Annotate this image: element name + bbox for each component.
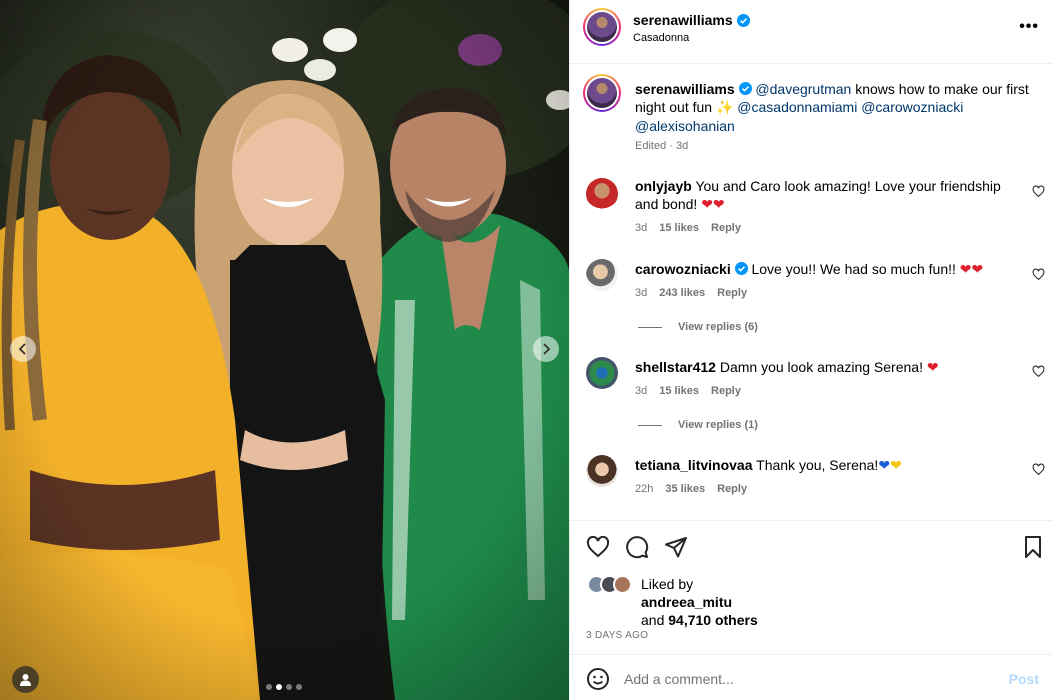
slide-dot	[266, 684, 272, 690]
view-replies-label: View replies (1)	[678, 419, 758, 431]
comment-meta: 3d 15 likes Reply	[635, 222, 741, 234]
comment-text: tetiana_litvinovaa Thank you, Serena!❤❤	[635, 456, 1020, 475]
post-caption: serenawilliams @davegrutman knows how to…	[635, 80, 1035, 135]
commenter-username[interactable]: shellstar412	[635, 359, 716, 375]
verified-badge-icon	[738, 82, 752, 95]
post-photo	[0, 0, 569, 700]
post-location[interactable]: Casadonna	[633, 32, 689, 44]
reply-button[interactable]: Reply	[711, 385, 741, 397]
comment-body: Love you!! We had so much fun!!	[751, 261, 956, 277]
post-media[interactable]	[0, 0, 569, 700]
comment-text: shellstar412 Damn you look amazing Seren…	[635, 358, 1020, 377]
commenter-avatar[interactable]	[586, 178, 618, 210]
slide-dot	[296, 684, 302, 690]
post-timestamp[interactable]: 3 DAYS AGO	[586, 630, 648, 641]
user-icon	[20, 674, 31, 686]
mention-link[interactable]: @casadonnamiami	[737, 99, 857, 115]
mention-link[interactable]: @alexisohanian	[635, 118, 735, 134]
sparkle-emoji: ✨	[715, 100, 734, 116]
comment-body: Thank you, Serena!	[756, 457, 879, 473]
verified-badge-icon	[734, 262, 748, 275]
comment-like-heart-icon[interactable]	[1032, 185, 1045, 198]
mention-link[interactable]: @davegrutman	[755, 81, 851, 97]
author-name-row: serenawilliams	[633, 12, 750, 28]
post-actions-section: Liked by andreea_mitu and 94,710 others …	[570, 520, 1052, 700]
heart-emoji: ❤	[926, 360, 939, 376]
heart-icon[interactable]	[586, 535, 610, 559]
liked-by-label: Liked by	[641, 576, 694, 592]
view-replies-button[interactable]: View replies (1)	[638, 419, 758, 431]
more-options-button[interactable]: •••	[1019, 18, 1039, 36]
liked-and-label: and	[641, 612, 669, 628]
comment-time: 22h	[635, 483, 654, 495]
tagged-users-button[interactable]	[12, 666, 39, 693]
comment-likes[interactable]: 15 likes	[659, 385, 699, 397]
comment-meta: 22h 35 likes Reply	[635, 483, 747, 495]
slide-dot-active	[276, 684, 282, 690]
replies-divider	[638, 424, 662, 426]
commenter-avatar[interactable]	[586, 259, 618, 291]
add-comment-bar: Post	[570, 654, 1052, 700]
comment-bubble-icon[interactable]	[625, 535, 649, 559]
comment-likes[interactable]: 35 likes	[665, 483, 705, 495]
slide-indicator	[266, 684, 302, 690]
caption-author-avatar[interactable]	[583, 74, 621, 112]
author-username[interactable]: serenawilliams	[633, 12, 733, 28]
comment-likes[interactable]: 243 likes	[659, 287, 705, 299]
liker-avatar	[613, 575, 632, 594]
liked-by-summary: Liked by andreea_mitu and 94,710 others	[641, 575, 758, 629]
comment-text: carowozniacki Love you!! We had so much …	[635, 260, 1020, 279]
yellow-heart-emoji: ❤	[890, 458, 902, 474]
commenter-username[interactable]: tetiana_litvinovaa	[635, 457, 753, 473]
commenter-avatar[interactable]	[586, 357, 618, 389]
comment-time: 3d	[635, 287, 648, 299]
chevron-left-icon	[18, 343, 26, 355]
post-details-panel: serenawilliams Casadonna ••• serenawilli…	[569, 0, 1052, 700]
commenter-username[interactable]: onlyjayb	[635, 178, 692, 194]
caption-username[interactable]: serenawilliams	[635, 81, 735, 97]
likes-count-link[interactable]: 94,710 others	[668, 612, 758, 628]
blue-heart-emoji: ❤	[878, 458, 891, 474]
comment-like-heart-icon[interactable]	[1032, 365, 1045, 378]
slide-dot	[286, 684, 292, 690]
chevron-right-icon	[543, 343, 551, 355]
comment-meta: 3d 15 likes Reply	[635, 385, 741, 397]
caption-meta: Edited · 3d	[635, 140, 689, 152]
commenter-username[interactable]: carowozniacki	[635, 261, 731, 277]
comment-time: 3d	[635, 385, 648, 397]
bookmark-icon[interactable]	[1021, 535, 1045, 559]
replies-divider	[638, 326, 662, 328]
reply-button[interactable]: Reply	[711, 222, 741, 234]
liked-by-username[interactable]: andreea_mitu	[641, 594, 732, 610]
previous-slide-button[interactable]	[10, 336, 36, 362]
comment-like-heart-icon[interactable]	[1032, 463, 1045, 476]
post-comment-button[interactable]: Post	[1009, 671, 1039, 687]
reply-button[interactable]: Reply	[717, 483, 747, 495]
smiley-icon[interactable]	[586, 667, 610, 691]
author-avatar[interactable]	[583, 8, 621, 46]
liked-by-avatars	[587, 575, 635, 595]
reply-button[interactable]: Reply	[717, 287, 747, 299]
verified-badge-icon	[736, 13, 750, 27]
post-header: serenawilliams Casadonna •••	[570, 0, 1052, 64]
comment-text: onlyjayb You and Caro look amazing! Love…	[635, 177, 1020, 214]
commenter-avatar[interactable]	[586, 455, 618, 487]
comment-likes[interactable]: 15 likes	[659, 222, 699, 234]
view-replies-button[interactable]: View replies (6)	[638, 321, 758, 333]
mention-link[interactable]: @carowozniacki	[861, 99, 963, 115]
comment-meta: 3d 243 likes Reply	[635, 287, 747, 299]
view-replies-label: View replies (6)	[678, 321, 758, 333]
comment-body: Damn you look amazing Serena!	[719, 359, 923, 375]
heart-emoji: ❤❤	[701, 197, 725, 213]
paper-plane-icon[interactable]	[664, 535, 688, 559]
next-slide-button[interactable]	[533, 336, 559, 362]
comment-input[interactable]	[624, 667, 994, 691]
heart-emoji: ❤❤	[959, 262, 984, 278]
comment-like-heart-icon[interactable]	[1032, 268, 1045, 281]
comment-time: 3d	[635, 222, 648, 234]
